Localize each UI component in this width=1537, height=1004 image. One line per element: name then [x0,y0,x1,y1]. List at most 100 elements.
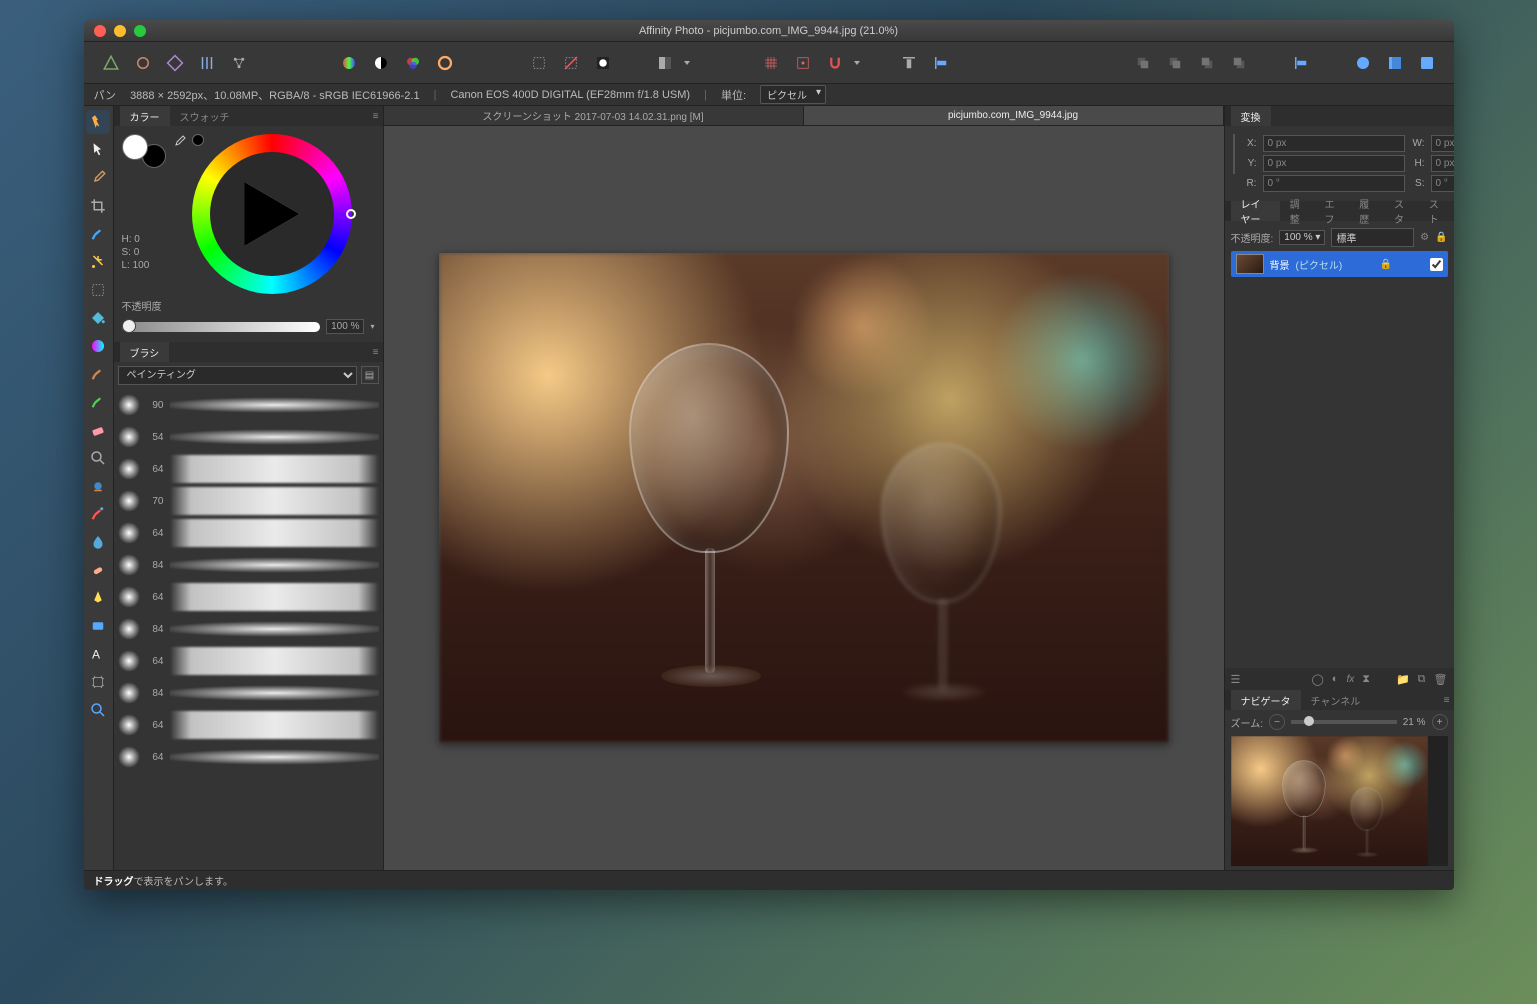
lock-icon[interactable]: 🔒 [1380,259,1392,270]
gear-icon[interactable]: ⚙ [1420,232,1429,243]
document-tab[interactable]: picjumbo.com_IMG_9944.jpg [804,106,1224,125]
adjustments-tab[interactable]: 調整 [1280,201,1315,221]
crop-tool[interactable] [86,194,110,218]
bw-adjust-icon[interactable] [366,48,396,78]
brush-category-select[interactable]: ペインティング [118,366,357,385]
rectangle-tool[interactable] [86,614,110,638]
opacity-value[interactable]: 100 % [326,319,364,334]
blur-tool[interactable] [86,530,110,554]
zoom-value[interactable]: 21 % [1403,717,1426,728]
brush-item[interactable]: 84 [118,549,379,581]
mask-icon[interactable] [1380,48,1410,78]
brush-item[interactable]: 64 [118,453,379,485]
align-left-icon[interactable] [926,48,956,78]
selection-invert-icon[interactable] [556,48,586,78]
color-adjust-icon[interactable] [398,48,428,78]
tonemap-persona-button[interactable] [192,48,222,78]
view-tool[interactable] [86,110,110,134]
selection-brush-tool[interactable] [86,222,110,246]
hourglass-icon[interactable]: ⧗ [1362,673,1370,686]
navigator-tab[interactable]: ナビゲータ [1231,690,1301,710]
history-tab[interactable]: 履歴 [1349,201,1384,221]
arrange-forward-icon[interactable] [1192,48,1222,78]
zoom-tool[interactable] [86,446,110,470]
blend-mode-select[interactable]: 標準 [1331,228,1414,247]
transform-h-input[interactable] [1431,155,1454,172]
brush-item[interactable]: 54 [118,421,379,453]
healing-brush-tool[interactable] [86,558,110,582]
brush-item[interactable]: 64 [118,741,379,773]
selection-none-icon[interactable] [524,48,554,78]
align-top-icon[interactable] [894,48,924,78]
canvas[interactable] [384,126,1224,870]
move-tool[interactable] [86,138,110,162]
quickmask-icon[interactable] [588,48,618,78]
sample-swatch[interactable] [192,134,204,146]
adjust-icon[interactable]: ◐ [1332,673,1339,685]
swatches-tab[interactable]: スウォッチ [170,106,240,126]
brush-item[interactable]: 64 [118,709,379,741]
arrange-back-icon[interactable] [1128,48,1158,78]
crop-layer-icon[interactable] [1412,48,1442,78]
brush-item[interactable]: 70 [118,485,379,517]
add-layer-icon[interactable] [1348,48,1378,78]
brush-list[interactable]: 90 54 64 70 64 84 64 84 64 84 64 64 [114,389,383,870]
color-swatches[interactable] [122,134,166,168]
flood-fill-tool[interactable] [86,306,110,330]
export-persona-button[interactable] [224,48,254,78]
snap-icon[interactable] [788,48,818,78]
layers-stack-icon[interactable]: ☰ [1231,673,1241,686]
layer-opacity-input[interactable]: 100 % ▾ [1279,230,1325,245]
pixel-tool[interactable] [86,390,110,414]
color-wheel[interactable] [192,134,352,294]
arrange-front-icon[interactable] [1224,48,1254,78]
pen-tool[interactable] [86,586,110,610]
brush-item[interactable]: 64 [118,581,379,613]
transform-tab[interactable]: 変換 [1231,106,1271,126]
zoom-slider[interactable] [1291,720,1397,724]
grid-icon[interactable] [756,48,786,78]
brush-item[interactable]: 64 [118,517,379,549]
dropdown-arrow-icon[interactable] [682,48,692,78]
brush-item[interactable]: 84 [118,677,379,709]
panel-menu-icon[interactable]: ≡ [373,111,379,122]
eyedropper-icon[interactable] [172,134,188,150]
assistant-icon[interactable] [650,48,680,78]
document-tab[interactable]: スクリーンショット 2017-07-03 14.02.31.png [M] [384,106,804,125]
opacity-slider[interactable] [122,322,321,332]
zoom-tool-2[interactable] [86,698,110,722]
mesh-warp-tool[interactable] [86,670,110,694]
zoom-out-button[interactable]: − [1269,714,1285,730]
mask-icon[interactable]: ◯ [1311,673,1323,686]
magnet-icon[interactable] [820,48,850,78]
dist-h-icon[interactable] [1286,48,1316,78]
transform-x-input[interactable] [1263,135,1405,152]
transform-r-input[interactable] [1263,175,1405,192]
stock-tab[interactable]: スト [1419,201,1454,221]
photo-persona-button[interactable] [96,48,126,78]
fx-icon[interactable]: fx [1346,674,1354,685]
soft-proof-icon[interactable] [430,48,460,78]
brush-item[interactable]: 84 [118,613,379,645]
panel-menu-icon[interactable]: ≡ [1444,695,1450,706]
transform-s-input[interactable] [1431,175,1454,192]
paint-brush-tool[interactable] [86,362,110,386]
liquify-persona-button[interactable] [128,48,158,78]
gradient-tool[interactable] [86,334,110,358]
folder-icon[interactable]: 📁 [1396,673,1410,686]
panel-menu-icon[interactable]: ≡ [373,347,379,358]
effects-tab[interactable]: エフ [1315,201,1350,221]
navigator-preview[interactable] [1231,736,1448,866]
gradient-tool-icon[interactable] [334,48,364,78]
arrange-backward-icon[interactable] [1160,48,1190,78]
transform-y-input[interactable] [1263,155,1405,172]
layer-visibility-checkbox[interactable] [1430,258,1443,271]
primary-color-swatch[interactable] [122,134,148,160]
brush-view-icon[interactable]: ▤ [361,366,379,384]
red-eye-tool[interactable] [86,474,110,498]
erase-tool[interactable] [86,418,110,442]
lock-icon[interactable]: 🔒 [1435,232,1447,243]
color-tab[interactable]: カラー [120,106,170,126]
brushes-tab[interactable]: ブラシ [120,342,170,362]
brush-item[interactable]: 90 [118,389,379,421]
